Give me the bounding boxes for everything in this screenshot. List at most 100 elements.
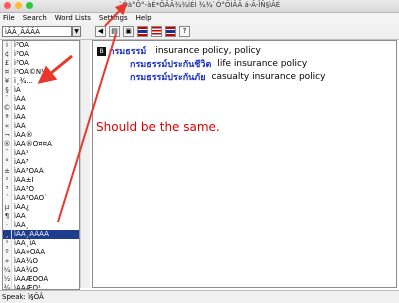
word-list-gutter-char: ¯ [3,149,12,158]
word-list-item[interactable]: «ìÂÂ [3,122,79,131]
back-icon[interactable]: ◀ [95,26,106,37]
word-list-item[interactable]: ¢ ì³ÕÃ [3,50,79,59]
subentry-row: กรมธรรม์ประกันภัย casualty insurance pol… [130,70,325,84]
thai-flag-icon[interactable] [137,26,148,37]
word-list-item-label: ì³ÕÃ [14,41,29,49]
word-list-gutter-char: ¢ [3,50,12,59]
word-list-item[interactable]: º ìÂÃ»ÕÂÃ [3,248,79,257]
word-list-gutter-char: ª [3,113,12,122]
title-bar: `Óà°Õ°-àÈ*ÕÂÃ¾¾ÌÉÌ ¾¾`Ó°ÕÌÂÃ á-Ã-ÎÑ§ìÂÉ [0,0,399,13]
word-list-gutter-char: ¤ [3,68,12,77]
word-list-item[interactable]: ª ìÂÃ [3,113,79,122]
word-list-item-label: ìÂÃ³Õ [14,185,35,193]
word-list-item-label: ìÂÃ¾Õ [14,257,39,265]
word-list-gutter-char: ¨ [3,95,12,104]
word-list-item-label: ìÂÃ [14,212,26,220]
word-list-gutter-char: © [3,104,12,113]
word-list-item-label: ìÂÃ¸ [14,221,30,229]
word-list-item[interactable]: ¼ ìÂÃ¾Õ [3,266,79,275]
word-list-item[interactable]: ² ìÂÃ±Ì [3,176,79,185]
word-list-item[interactable]: ½ ìÂÃÆÒÕÂ [3,275,79,284]
menu-help[interactable]: Help [136,13,152,24]
entry-panel: B กรมธรรม์ insurance policy, policy กรมธ… [92,40,397,288]
word-list-gutter-char: µ [3,203,12,212]
word-list[interactable]: i ì³ÕÃ ¢ ì³ÕÃ £ ì³ÕÃ ¤ ì³ÕÂ©Ñ¹ ¥ ì¸¾... § ìÁ ¨ ìÁÁ © ìÁ… [2,40,80,290]
word-list-item-label: ì³ÕÃ [14,59,29,67]
word-list-item-label: ìÁÃ [14,104,26,112]
word-list-item[interactable]: ° ìÂÃ³ [3,158,79,167]
word-list-gutter-char: ¹ [3,239,12,248]
subentry-thai[interactable]: กรมธรรม์ประกันชีวิต [130,57,211,71]
word-list-item[interactable]: ¶ ìÂÃ [3,212,79,221]
word-list-item-label: ìÂÃ [14,113,26,121]
thai-flag-icon[interactable] [165,26,176,37]
subentry-thai[interactable]: กรมธรรม์ประกันภัย [130,70,206,84]
menu-file[interactable]: File [3,13,15,24]
word-list-item[interactable]: · ìÂÃ¸ [3,221,79,230]
word-list-scrollbar[interactable] [80,40,90,288]
word-list-gutter-char: « [3,122,12,131]
word-list-item-label: ìÂÃ¹ [14,149,29,157]
word-list-gutter-char: ¸ [3,230,12,239]
entry-headword-row: B กรมธรรม์ insurance policy, policy [97,44,261,58]
word-list-item[interactable]: ¹ ìÂÃ¸ìÃ [3,239,79,248]
save-icon[interactable]: ▣ [123,26,134,37]
word-list-item[interactable]: £ ì³ÕÃ [3,59,79,68]
word-list-item-label: ì³ÕÂ©Ñ¹ [14,68,44,76]
word-list-item[interactable]: ± ìÂÃ³ÕÃÂ [3,167,79,176]
word-list-gutter-char: ¬ [3,131,12,140]
chevron-down-icon[interactable]: ▼ [72,26,81,37]
word-list-item[interactable]: ¸ ìÂÃ¸ÃÄÃÁ [3,230,79,239]
entry-headword: กรมธรรม์ [109,47,147,57]
word-list-item[interactable]: ® ìÂÃ®Õ¤¤Ã [3,140,79,149]
word-list-item[interactable]: µ ìÂÃ¿ [3,203,79,212]
subentry-english: life insurance policy [217,59,308,69]
word-list-item-label: ìÂÃ³ÕÃÂ [14,167,44,175]
entry-definition: insurance policy, policy [155,46,261,56]
word-list-item-label: ìÂÃ³ÕÂÕ` [14,194,48,202]
menu-settings[interactable]: Settings [99,13,128,24]
word-list-item-label: ìÂÃ® [14,131,33,139]
word-list-gutter-char: » [3,257,12,266]
word-list-gutter-char: º [3,248,12,257]
word-list-item-label: ìÂÃ±Ì [14,176,34,184]
word-list-item[interactable]: © ìÁÃ [3,104,79,113]
word-list-item[interactable]: » ìÂÃ¾Õ [3,257,79,266]
word-list-item[interactable]: ³ ìÂÃ³Õ [3,185,79,194]
status-bar: Speak: ì§ÕÂ [0,290,399,303]
word-list-gutter-char: £ [3,59,12,68]
word-list-item[interactable]: § ìÁ [3,86,79,95]
word-list-gutter-char: ½ [3,275,12,284]
subentry-row: กรมธรรม์ประกันชีวิต life insurance polic… [130,57,307,71]
dictionary-icon: B [97,46,106,56]
word-list-gutter-char: § [3,86,12,95]
word-list-item-label: ìÂÂ [14,122,26,130]
menu-bar: File Search Word Lists Settings Help [0,13,399,24]
word-list-gutter-char: ® [3,140,12,149]
word-list-item[interactable]: ¨ ìÁÁ [3,95,79,104]
us-flag-icon[interactable] [151,26,162,37]
word-list-item[interactable]: ¬ ìÂÃ® [3,131,79,140]
help-icon[interactable]: ? [179,26,190,37]
word-list-item-label: ìÂÃ»ÕÂÃ [14,248,46,256]
search-input[interactable]: ìÂÃ¸ÃÄÃÁ [2,26,72,37]
menu-word-lists[interactable]: Word Lists [55,13,91,24]
word-list-item-label: ìÂÃ¸ÃÄÃÁ [14,230,49,238]
word-list-gutter-char: i [3,41,12,50]
menu-search[interactable]: Search [23,13,47,24]
word-list-item-label: ìÂÃ¸ìÃ [14,239,36,247]
word-list-item[interactable]: ¤ ì³ÕÂ©Ñ¹ [3,68,79,77]
toolbar: ìÂÃ¸ÃÄÃÁ ▼ ◀ ▤ ▣ ? [0,24,399,40]
print-icon[interactable]: ▤ [109,26,120,37]
word-list-item-label: ìÁ [14,86,21,94]
word-list-item-label: ìÂÃ³ [14,158,29,166]
word-list-item-label: ìÂÃ¾Õ [14,266,39,274]
word-list-gutter-char: ¼ [3,266,12,275]
word-list-item[interactable]: i ì³ÕÃ [3,41,79,50]
word-list-item[interactable]: ¯ ìÂÃ¹ [3,149,79,158]
word-list-item[interactable]: ´ ìÂÃ³ÕÂÕ` [3,194,79,203]
word-list-item[interactable]: ¥ ì¸¾... [3,77,79,86]
word-list-gutter-char: ² [3,176,12,185]
word-list-gutter-char: ¥ [3,77,12,86]
word-list-gutter-char: ´ [3,194,12,203]
